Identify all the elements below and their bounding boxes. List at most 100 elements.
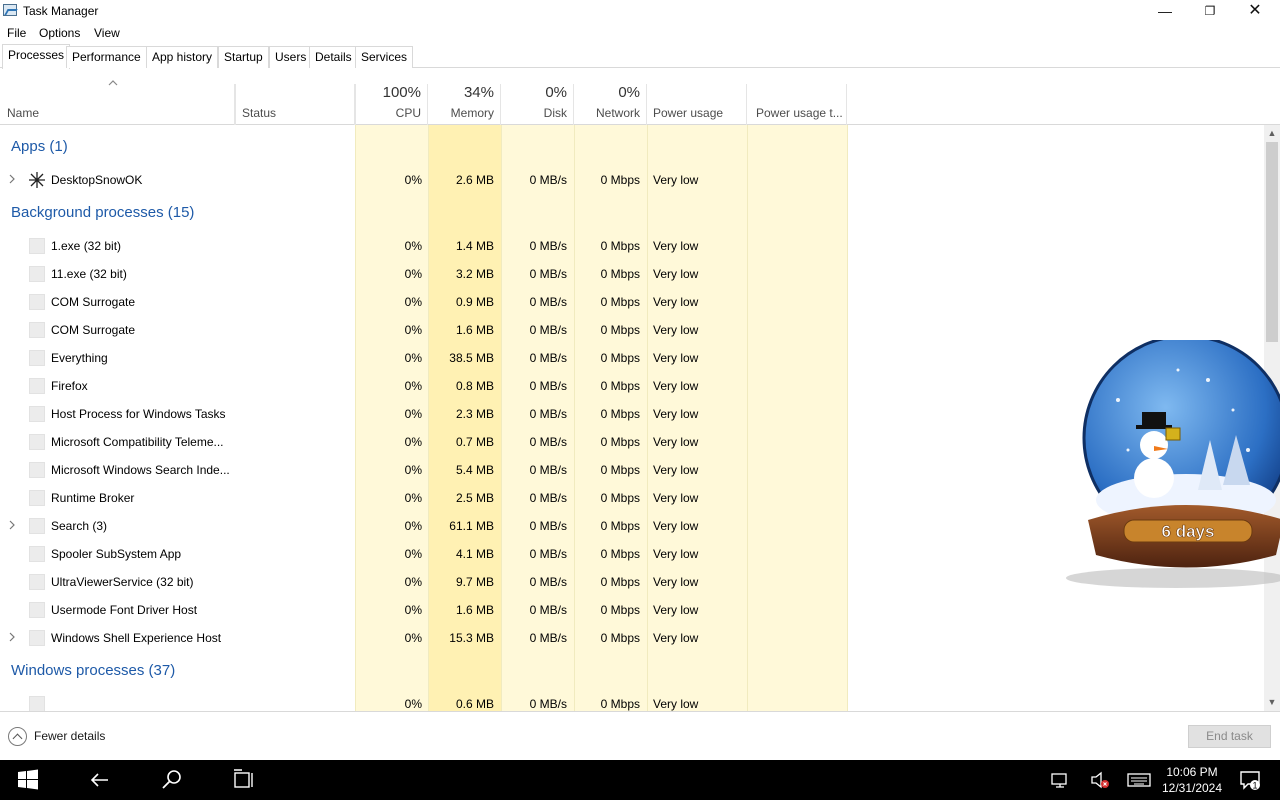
- notification-center-icon[interactable]: 1: [1238, 768, 1262, 792]
- table-row[interactable]: 11.exe (32 bit) 0% 3.2 MB 0 MB/s 0 Mbps Very …: [0, 260, 1264, 288]
- end-task-button[interactable]: End task: [1188, 725, 1271, 748]
- disk-value: 0 MB/s: [529, 631, 567, 645]
- column-name[interactable]: Name: [0, 84, 235, 125]
- column-power-usage-trend[interactable]: Power usage t...: [747, 84, 847, 125]
- cpu-value: 0%: [404, 519, 422, 533]
- title-bar: Task Manager — ❐ ✕: [0, 0, 1280, 22]
- power-usage-value: Very low: [653, 697, 699, 711]
- menu-options[interactable]: Options: [39, 26, 80, 40]
- chevron-right-icon[interactable]: [9, 520, 15, 530]
- cpu-total: 100%: [382, 84, 421, 101]
- table-row[interactable]: Usermode Font Driver Host 0% 1.6 MB 0 MB/s 0…: [0, 596, 1264, 624]
- process-icon: [29, 350, 45, 366]
- task-view-icon[interactable]: [232, 768, 256, 792]
- memory-value: 1.6 MB: [455, 323, 494, 337]
- network-icon[interactable]: [1048, 768, 1072, 792]
- system-clock[interactable]: 10:06 PM 12/31/2024: [1156, 764, 1228, 796]
- chevron-right-icon[interactable]: [9, 174, 15, 184]
- restore-button[interactable]: ❐: [1187, 0, 1233, 22]
- tab-services[interactable]: Services: [355, 46, 414, 68]
- footer-bar: Fewer details End task: [0, 711, 1280, 760]
- cpu-value: 0%: [404, 575, 422, 589]
- scroll-thumb[interactable]: [1266, 142, 1278, 342]
- table-row[interactable]: 1.exe (32 bit) 0% 1.4 MB 0 MB/s 0 Mbps Very l…: [0, 232, 1264, 260]
- disk-value: 0 MB/s: [529, 407, 567, 421]
- memory-value: 0.6 MB: [455, 697, 494, 711]
- cpu-value: 0%: [404, 463, 422, 477]
- disk-value: 0 MB/s: [529, 351, 567, 365]
- disk-value: 0 MB/s: [529, 295, 567, 309]
- group-apps[interactable]: Apps (1): [0, 132, 1264, 164]
- table-row[interactable]: COM Surrogate 0% 0.9 MB 0 MB/s 0 Mbps Very lo…: [0, 288, 1264, 316]
- column-memory[interactable]: 34% Memory: [428, 84, 501, 125]
- table-row[interactable]: 0% 0.6 MB 0 MB/s 0 Mbps Very low: [0, 690, 1264, 711]
- network-value: 0 Mbps: [600, 519, 640, 533]
- power-usage-value: Very low: [653, 519, 699, 533]
- chevron-up-circle-icon[interactable]: [8, 727, 27, 746]
- memory-value: 0.9 MB: [455, 295, 494, 309]
- tab-app-history[interactable]: App history: [146, 46, 219, 68]
- close-button[interactable]: ✕: [1232, 0, 1278, 22]
- process-name: Search (3): [51, 519, 108, 533]
- search-icon[interactable]: [160, 768, 184, 792]
- fewer-details-link[interactable]: Fewer details: [34, 729, 105, 743]
- process-name: UltraViewerService (32 bit): [51, 575, 194, 589]
- cpu-value: 0%: [404, 631, 422, 645]
- network-value: 0 Mbps: [600, 351, 640, 365]
- memory-value: 1.4 MB: [455, 239, 494, 253]
- network-value: 0 Mbps: [600, 323, 640, 337]
- cpu-value: 0%: [404, 323, 422, 337]
- process-name: Usermode Font Driver Host: [51, 603, 198, 617]
- table-row[interactable]: DesktopSnowOK 0% 2.6 MB 0 MB/s 0 Mbps Very lo…: [0, 166, 1264, 194]
- cpu-value: 0%: [404, 407, 422, 421]
- keyboard-icon[interactable]: [1126, 768, 1152, 792]
- column-status[interactable]: Status: [235, 84, 355, 125]
- chevron-right-icon[interactable]: [9, 632, 15, 642]
- process-icon: [29, 294, 45, 310]
- column-power-usage[interactable]: Power usage: [647, 84, 747, 125]
- taskbar: 10:06 PM 12/31/2024 1: [0, 760, 1280, 800]
- table-row[interactable]: Windows Shell Experience Host 0% 15.3 MB 0 …: [0, 624, 1264, 652]
- windows-start-icon[interactable]: [16, 768, 40, 792]
- power-usage-value: Very low: [653, 267, 699, 281]
- notification-count: 1: [1252, 781, 1257, 791]
- countdown-label: 6 days: [1162, 522, 1215, 541]
- window-title: Task Manager: [23, 4, 99, 18]
- process-icon: [29, 602, 45, 618]
- back-arrow-icon[interactable]: [88, 768, 112, 792]
- menu-view[interactable]: View: [94, 26, 120, 40]
- cpu-value: 0%: [404, 379, 422, 393]
- process-name: Microsoft Windows Search Inde...: [51, 463, 230, 477]
- cpu-value: 0%: [404, 603, 422, 617]
- memory-value: 15.3 MB: [449, 631, 494, 645]
- process-name: COM Surrogate: [51, 295, 136, 309]
- column-network[interactable]: 0% Network: [574, 84, 647, 125]
- memory-value: 5.4 MB: [455, 463, 494, 477]
- memory-value: 38.5 MB: [449, 351, 494, 365]
- volume-muted-icon[interactable]: [1088, 768, 1112, 792]
- process-name: Firefox: [51, 379, 88, 393]
- tab-users[interactable]: Users: [269, 46, 313, 68]
- process-icon: [29, 490, 45, 506]
- snowflake-icon: [29, 172, 45, 188]
- column-cpu[interactable]: 100% CPU: [355, 84, 428, 125]
- group-title: Apps (1): [11, 138, 68, 155]
- menu-file[interactable]: File: [7, 26, 26, 40]
- memory-value: 0.8 MB: [455, 379, 494, 393]
- process-name: 1.exe (32 bit): [51, 239, 122, 253]
- column-disk[interactable]: 0% Disk: [501, 84, 574, 125]
- group-background-processes[interactable]: Background processes (15): [0, 198, 1264, 230]
- network-value: 0 Mbps: [600, 463, 640, 477]
- minimize-button[interactable]: —: [1142, 0, 1188, 22]
- process-name: Everything: [51, 351, 108, 365]
- scroll-up-arrow-icon[interactable]: ▲: [1264, 125, 1280, 142]
- group-windows-processes[interactable]: Windows processes (37): [0, 656, 1264, 688]
- tab-details[interactable]: Details: [309, 46, 358, 68]
- scroll-down-arrow-icon[interactable]: ▼: [1264, 694, 1280, 711]
- network-value: 0 Mbps: [600, 379, 640, 393]
- memory-value: 4.1 MB: [455, 547, 494, 561]
- snow-globe-widget: 6 days: [1066, 340, 1280, 588]
- tab-performance[interactable]: Performance: [66, 46, 147, 68]
- tab-startup[interactable]: Startup: [218, 46, 269, 68]
- tab-processes[interactable]: Processes: [2, 44, 71, 69]
